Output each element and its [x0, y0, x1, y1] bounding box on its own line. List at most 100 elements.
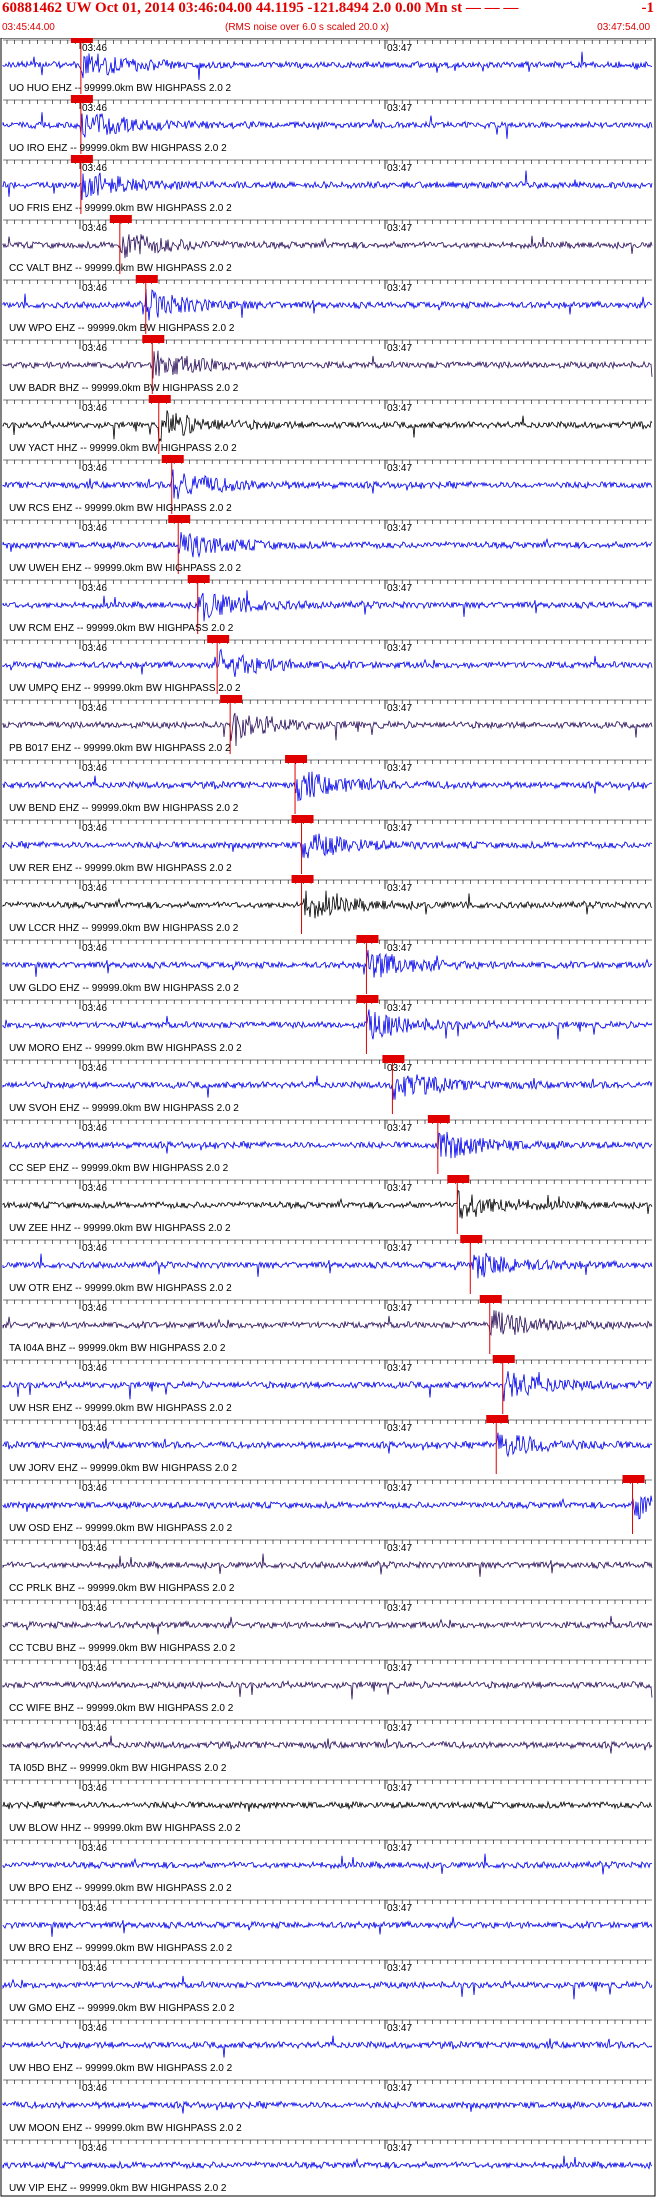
station-label: PB B017 EHZ -- 99999.0km BW HIGHPASS 2.0…	[9, 743, 231, 754]
waveform	[2, 170, 653, 201]
tick-label: 03:47	[387, 883, 412, 894]
trace-row: 03:46 03:47 UO IRO EHZ -- 99999.0km BW HIG…	[2, 95, 653, 154]
pick-marker	[479, 1295, 502, 1303]
station-label: UW UWEH EHZ -- 99999.0km BW HIGHPASS 2.0…	[9, 563, 242, 574]
trace-row: 03:46 03:47 UW ZEE HHZ -- 99999.0km BW HIG…	[2, 1175, 653, 1234]
end-time: 03:47:54.00	[597, 22, 650, 33]
station-label: UW LCCR HHZ -- 99999.0km BW HIGHPASS 2.0…	[9, 923, 239, 934]
tick-label: 03:46	[82, 1483, 107, 1494]
waveform	[2, 1189, 653, 1219]
station-label: CC SEP EHZ -- 99999.0km BW HIGHPASS 2.0 …	[9, 1163, 229, 1174]
tick-label: 03:46	[82, 883, 107, 894]
tick-label: 03:47	[387, 763, 412, 774]
waveform	[2, 2155, 653, 2170]
tick-label: 03:46	[82, 583, 107, 594]
station-label: CC VALT BHZ -- 99999.0km BW HIGHPASS 2.0…	[9, 263, 232, 274]
station-label: UW MOON EHZ -- 99999.0km BW HIGHPASS 2.0…	[9, 2123, 242, 2134]
tick-label: 03:47	[387, 283, 412, 294]
trace-row: 03:46 03:47 UW GLDO EHZ -- 99999.0km BW HI…	[2, 935, 653, 994]
tick-label: 03:46	[82, 103, 107, 114]
tick-label: 03:47	[387, 1003, 412, 1014]
trace-row: 03:46 03:47 UW BRO EHZ -- 99999.0km BW HIG…	[2, 1899, 653, 1954]
tick-label: 03:47	[387, 1843, 412, 1854]
rms-note: (RMS noise over 6.0 s scaled 20.0 x)	[225, 22, 389, 33]
tick-label: 03:47	[387, 643, 412, 654]
tick-label: 03:46	[82, 1723, 107, 1734]
tick-label: 03:47	[387, 943, 412, 954]
plot-header: 60881462 UW Oct 01, 2014 03:46:04.00 44.…	[0, 0, 656, 38]
station-label: CC WIFE BHZ -- 99999.0km BW HIGHPASS 2.0…	[9, 1703, 234, 1714]
tick-label: 03:46	[82, 1783, 107, 1794]
station-label: CC TCBU BHZ -- 99999.0km BW HIGHPASS 2.0…	[9, 1643, 236, 1654]
tick-label: 03:46	[82, 1963, 107, 1974]
trace-row: 03:46 03:47 UW BADR BHZ -- 99999.0km BW HI…	[2, 335, 653, 394]
pick-marker	[168, 515, 191, 523]
tick-label: 03:47	[387, 1963, 412, 1974]
tick-label: 03:46	[82, 1663, 107, 1674]
tick-label: 03:46	[82, 1303, 107, 1314]
trace-row: 03:46 03:47 UW RCM EHZ -- 99999.0km BW HIG…	[2, 575, 653, 634]
station-label: UO HUO EHZ -- 99999.0km BW HIGHPASS 2.0 …	[9, 83, 232, 94]
waveform	[2, 1615, 653, 1635]
waveform	[2, 1553, 653, 1577]
station-label: UW YACT HHZ -- 99999.0km BW HIGHPASS 2.0…	[9, 443, 237, 454]
station-label: TA I05D BHZ -- 99999.0km BW HIGHPASS 2.0…	[9, 1763, 227, 1774]
station-label: TA I04A BHZ -- 99999.0km BW HIGHPASS 2.0…	[9, 1343, 226, 1354]
tick-label: 03:46	[82, 283, 107, 294]
event-title-suffix: -1	[641, 0, 655, 16]
trace-row: 03:46 03:47 UW MOON EHZ -- 99999.0km BW HI…	[2, 2079, 653, 2134]
waveform	[2, 51, 653, 80]
waveform	[2, 1432, 653, 1458]
waveform	[2, 2035, 653, 2058]
tick-label: 03:46	[82, 1243, 107, 1254]
trace-row: 03:46 03:47 UW UMPQ EHZ -- 99999.0km BW HI…	[2, 635, 653, 694]
tick-label: 03:46	[82, 1123, 107, 1134]
tick-label: 03:46	[82, 343, 107, 354]
station-label: UW BEND EHZ -- 99999.0km BW HIGHPASS 2.0…	[9, 803, 239, 814]
waveform	[2, 712, 653, 747]
tick-label: 03:47	[387, 583, 412, 594]
station-label: UW BRO EHZ -- 99999.0km BW HIGHPASS 2.0 …	[9, 1943, 233, 1954]
tick-label: 03:46	[82, 823, 107, 834]
station-label: UW GMO EHZ -- 99999.0km BW HIGHPASS 2.0 …	[9, 2003, 235, 2014]
tick-label: 03:47	[387, 2083, 412, 2094]
trace-row: 03:46 03:47 UW SVOH EHZ -- 99999.0km BW HI…	[2, 1055, 653, 1114]
pick-marker	[135, 275, 158, 283]
station-label: UW UMPQ EHZ -- 99999.0km BW HIGHPASS 2.0…	[9, 683, 241, 694]
tick-label: 03:47	[387, 703, 412, 714]
pick-marker	[285, 755, 308, 763]
trace-row: 03:46 03:47 UW GMO EHZ -- 99999.0km BW HIG…	[2, 1959, 653, 2014]
tick-label: 03:46	[82, 1543, 107, 1554]
trace-row: 03:46 03:47 UW OSD EHZ -- 99999.0km BW HIG…	[2, 1475, 653, 1534]
tick-label: 03:47	[387, 223, 412, 234]
pick-marker	[427, 1115, 450, 1123]
waveform	[2, 1853, 653, 1875]
tick-label: 03:46	[82, 1183, 107, 1194]
pick-marker	[356, 935, 379, 943]
pick-marker	[460, 1235, 483, 1243]
tick-label: 03:47	[387, 1363, 412, 1374]
tick-label: 03:47	[387, 1243, 412, 1254]
pick-marker	[142, 335, 165, 343]
trace-row: 03:46 03:47 UW JORV EHZ -- 99999.0km BW HI…	[2, 1415, 653, 1474]
station-label: UW RCM EHZ -- 99999.0km BW HIGHPASS 2.0 …	[9, 623, 234, 634]
station-label: UW BPO EHZ -- 99999.0km BW HIGHPASS 2.0 …	[9, 1883, 232, 1894]
waveform	[2, 1735, 653, 1754]
station-label: UW BADR BHZ -- 99999.0km BW HIGHPASS 2.0…	[9, 383, 239, 394]
tick-label: 03:46	[82, 1903, 107, 1914]
tick-label: 03:47	[387, 403, 412, 414]
tick-label: 03:46	[82, 2023, 107, 2034]
waveform	[2, 1916, 653, 1937]
tick-label: 03:46	[82, 463, 107, 474]
pick-marker	[492, 1355, 515, 1363]
trace-row: 03:46 03:47 CC SEP EHZ -- 99999.0km BW HIG…	[2, 1115, 653, 1174]
trace-row: 03:46 03:47 UW VIP EHZ -- 99999.0km BW HIG…	[2, 2139, 653, 2194]
tick-label: 03:46	[82, 223, 107, 234]
waveform	[2, 1074, 653, 1100]
pick-marker	[187, 575, 210, 583]
pick-marker	[356, 995, 379, 1003]
tick-label: 03:47	[387, 1783, 412, 1794]
tick-label: 03:47	[387, 1123, 412, 1134]
waveform	[2, 1679, 653, 1700]
station-label: UW MORO EHZ -- 99999.0km BW HIGHPASS 2.0…	[9, 1043, 242, 1054]
